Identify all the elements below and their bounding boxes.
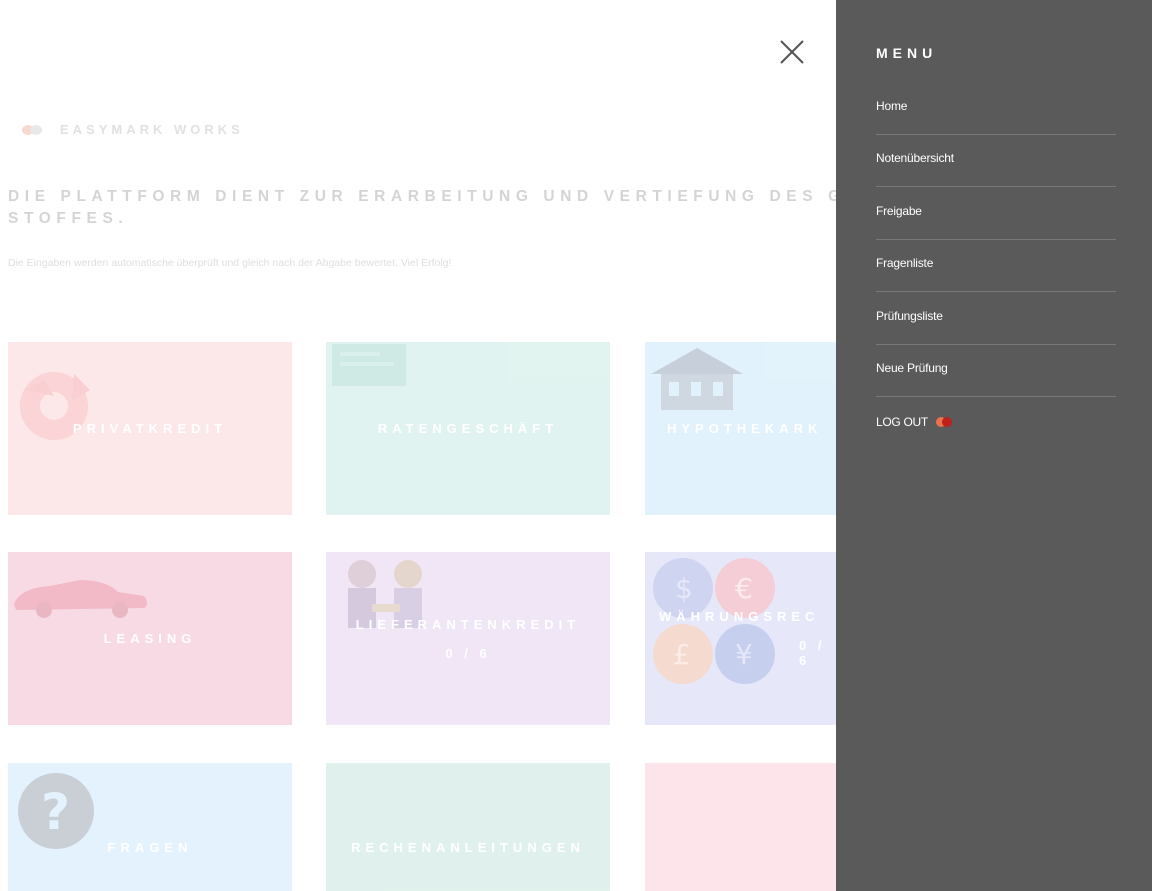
tile-lieferantenkredit[interactable]: LIEFERANTENKREDIT 0 / 6 bbox=[326, 552, 610, 725]
tile-label: FRAGEN bbox=[107, 839, 193, 855]
question-mark-icon: ? bbox=[18, 773, 94, 849]
logout-link[interactable]: LOG OUT bbox=[876, 415, 956, 429]
page-headline: DIE PLATTFORM DIENT ZUR ERARBEITUNG UND … bbox=[8, 186, 893, 230]
side-menu: MENU Home Notenübersicht Freigabe Fragen… bbox=[836, 0, 1152, 891]
svg-text:£: £ bbox=[673, 638, 691, 671]
menu-item-fragenliste[interactable]: Fragenliste bbox=[876, 240, 1116, 292]
document-icon bbox=[332, 344, 406, 386]
tile-progress-count: 0 / 6 bbox=[799, 638, 826, 668]
tile-blank[interactable] bbox=[645, 763, 836, 891]
close-icon bbox=[780, 40, 804, 64]
tile-progress-count: 0 / 6 bbox=[445, 645, 491, 661]
menu-item-label: Neue Prüfung bbox=[876, 361, 948, 375]
tile-rechenanleitungen[interactable]: RECHENANLEITUNGEN bbox=[326, 763, 610, 891]
svg-text:?: ? bbox=[41, 783, 70, 841]
menu-title: MENU bbox=[876, 45, 938, 61]
tile-hypothekar[interactable]: HYPOTHEKARK bbox=[645, 342, 836, 515]
tile-label: LIEFERANTENKREDIT bbox=[355, 616, 581, 632]
svg-text:€: € bbox=[735, 572, 753, 605]
tile-fragen[interactable]: ? FRAGEN bbox=[8, 763, 292, 891]
tile-label: HYPOTHEKARK bbox=[667, 421, 823, 436]
tile-label: RECHENANLEITUNGEN bbox=[351, 839, 585, 855]
menu-item-notenuebersicht[interactable]: Notenübersicht bbox=[876, 135, 1116, 187]
brand-logo-icon bbox=[22, 123, 48, 137]
house-icon bbox=[651, 348, 743, 410]
svg-text:¥: ¥ bbox=[735, 638, 753, 671]
tile-privatkredit[interactable]: PRIVATKREDIT bbox=[8, 342, 292, 515]
menu-item-neue-pruefung[interactable]: Neue Prüfung bbox=[876, 345, 1116, 397]
brand[interactable]: EASYMARK WORKS bbox=[22, 122, 244, 137]
tile-waehrungsrechnen[interactable]: $ € £ ¥ WÄHRUNGSREC 0 / 6 bbox=[645, 552, 836, 725]
menu-item-label: Notenübersicht bbox=[876, 151, 954, 165]
brand-name: EASYMARK WORKS bbox=[60, 122, 244, 137]
page-subtext: Die Eingaben werden automatische überprü… bbox=[8, 257, 452, 269]
menu-item-home[interactable]: Home bbox=[876, 83, 1116, 135]
tile-leasing[interactable]: LEASING bbox=[8, 552, 292, 725]
headline-line-1: DIE PLATTFORM DIENT ZUR ERARBEITUNG UND … bbox=[8, 188, 893, 205]
tile-label: WÄHRUNGSREC bbox=[659, 609, 820, 624]
menu-item-label: Freigabe bbox=[876, 204, 922, 218]
menu-item-label: Prüfungsliste bbox=[876, 309, 943, 323]
menu-item-label: Fragenliste bbox=[876, 256, 934, 270]
menu-item-freigabe[interactable]: Freigabe bbox=[876, 188, 1116, 240]
car-icon bbox=[14, 580, 147, 618]
close-menu-button[interactable] bbox=[776, 36, 808, 68]
currency-coins-icon: $ € £ ¥ bbox=[653, 558, 775, 684]
logout-logo-icon bbox=[935, 417, 956, 427]
tile-label: PRIVATKREDIT bbox=[72, 421, 228, 436]
menu-item-pruefungsliste[interactable]: Prüfungsliste bbox=[876, 293, 1116, 345]
svg-text:$: $ bbox=[675, 572, 693, 605]
app-stage: EASYMARK WORKS DIE PLATTFORM DIENT ZUR E… bbox=[0, 0, 1152, 891]
menu-item-label: Home bbox=[876, 99, 908, 113]
tile-ratengeschaeft[interactable]: RATENGESCHÄFT bbox=[326, 342, 610, 515]
tile-label: LEASING bbox=[103, 631, 197, 646]
headline-line-2: STOFFES. bbox=[8, 210, 129, 227]
logout-label: LOG OUT bbox=[876, 415, 928, 429]
tile-label: RATENGESCHÄFT bbox=[377, 421, 559, 436]
